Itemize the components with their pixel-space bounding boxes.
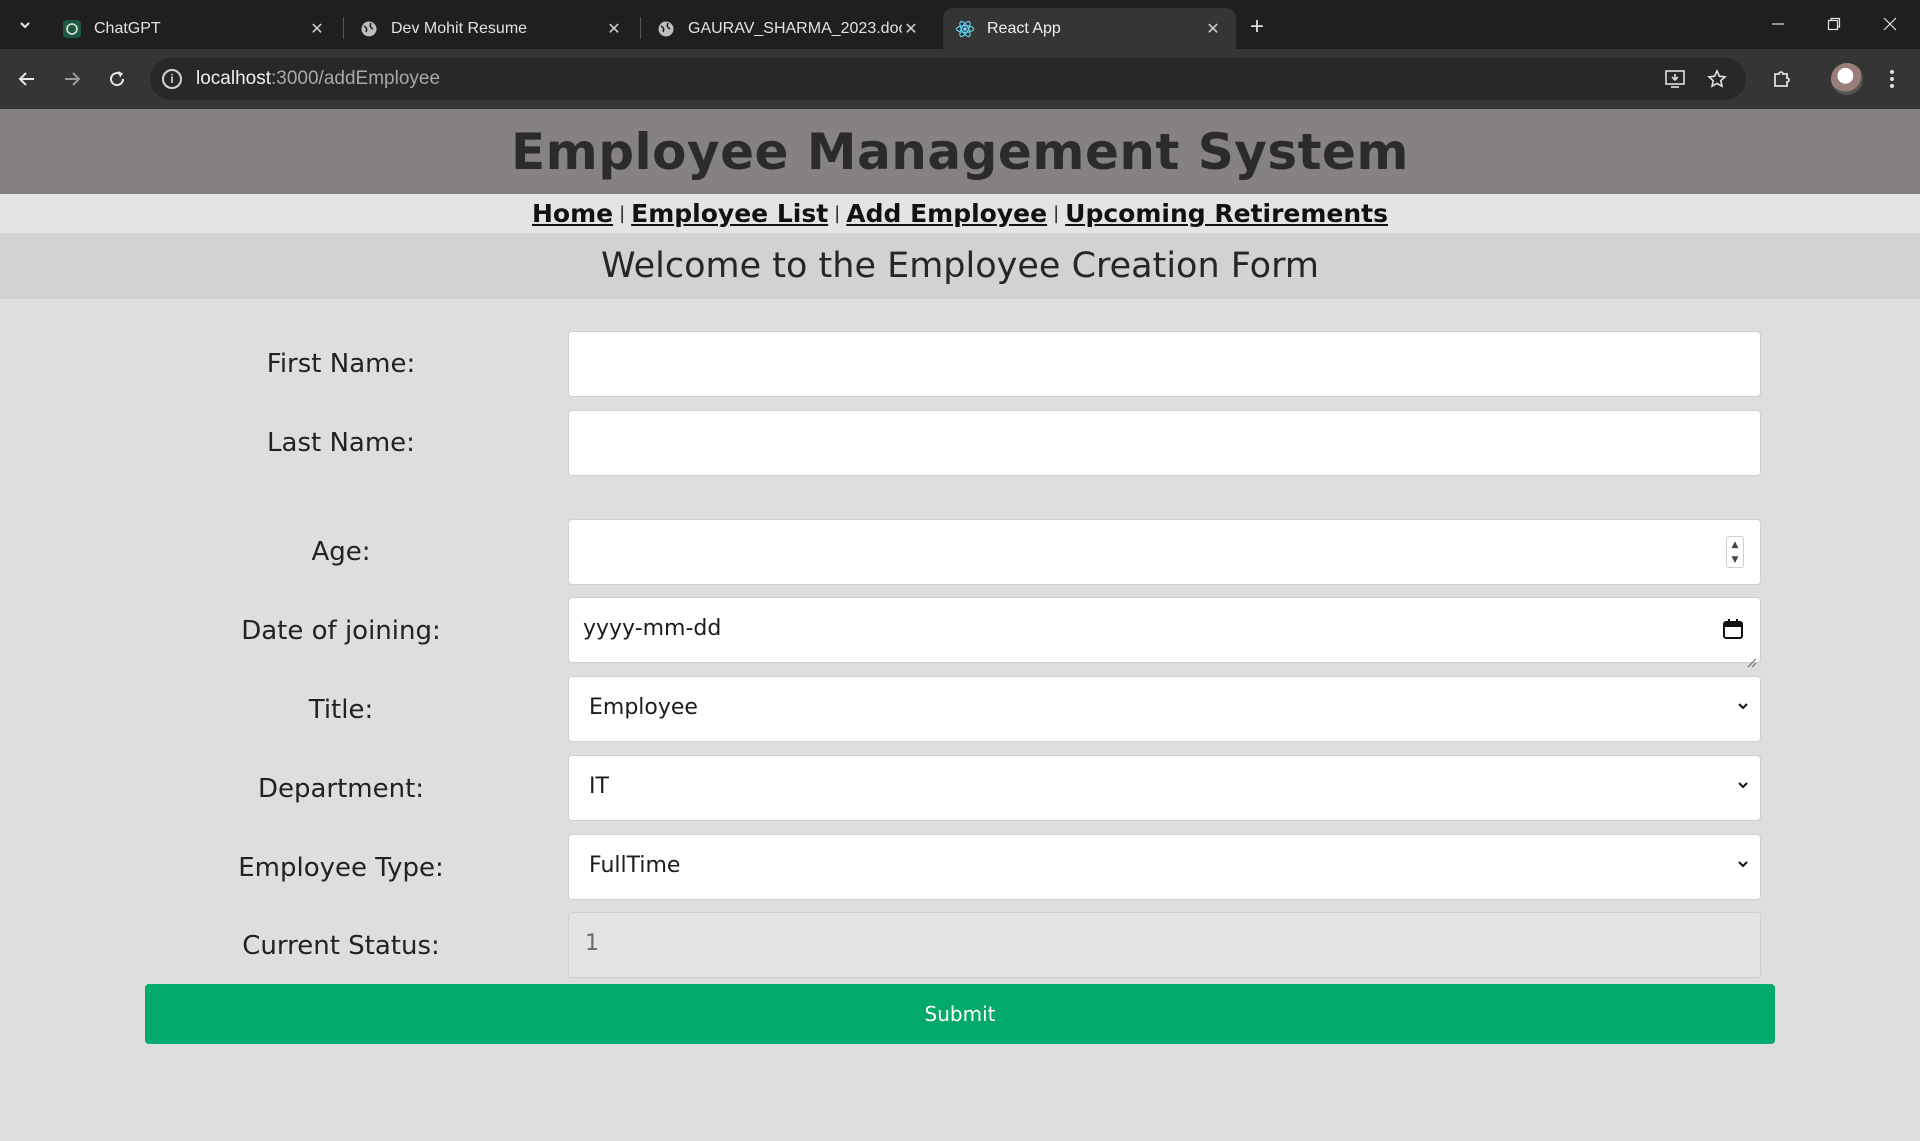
close-tab-icon[interactable]: ✕: [605, 20, 623, 38]
url-text: localhost:3000/addEmployee: [196, 68, 440, 90]
tab-title: GAURAV_SHARMA_2023.docx: [688, 19, 902, 37]
profile-avatar[interactable]: [1831, 63, 1863, 95]
site-info-icon[interactable]: i: [162, 69, 182, 89]
address-bar[interactable]: i localhost:3000/addEmployee: [150, 58, 1746, 100]
employee-type-select[interactable]: FullTime: [568, 834, 1761, 900]
browser-menu-icon[interactable]: [1876, 63, 1908, 95]
number-spinner-icon[interactable]: ▲ ▼: [1726, 536, 1744, 568]
department-selected-value: IT: [589, 774, 609, 799]
reload-icon[interactable]: [101, 63, 133, 95]
tab-separator: [640, 17, 641, 39]
nav-link-employee-list[interactable]: Employee List: [631, 199, 828, 228]
globe-icon: [656, 19, 676, 39]
restore-icon[interactable]: [1806, 8, 1862, 40]
url-host: localhost: [196, 68, 271, 89]
close-tab-icon[interactable]: ✕: [308, 20, 326, 38]
page-content: Employee Management System Home | Employ…: [0, 109, 1920, 1141]
employee-type-label: Employee Type:: [238, 853, 444, 883]
react-icon: [955, 19, 975, 39]
back-arrow-icon[interactable]: [11, 63, 43, 95]
close-window-icon[interactable]: [1862, 8, 1918, 40]
first-name-label: First Name:: [266, 349, 416, 379]
title-label: Title:: [308, 695, 374, 725]
date-of-joining-input[interactable]: yyyy-mm-dd: [568, 597, 1761, 668]
current-status-label: Current Status:: [242, 931, 440, 961]
tab-title: Dev Mohit Resume: [391, 19, 528, 37]
tab-separator: [343, 17, 344, 39]
resize-handle-icon[interactable]: [1747, 649, 1757, 668]
first-name-input[interactable]: [568, 331, 1761, 397]
nav-separator: |: [619, 203, 626, 224]
form-heading: Welcome to the Employee Creation Form: [0, 233, 1920, 299]
url-path: :3000/addEmployee: [271, 68, 441, 89]
nav-separator: |: [1053, 203, 1060, 224]
employee-creation-form: First Name: Last Name: Age: ▲ ▼ Date of j…: [0, 299, 1920, 1141]
submit-button[interactable]: Submit: [145, 984, 1775, 1044]
browser-tab-dev-mohit-resume[interactable]: Dev Mohit Resume ✕: [347, 8, 637, 49]
chevron-down-icon: [1738, 703, 1748, 710]
current-status-value: 1: [585, 931, 599, 956]
nav-link-home[interactable]: Home: [532, 199, 613, 228]
forward-arrow-icon[interactable]: [56, 63, 88, 95]
minimize-icon[interactable]: [1750, 8, 1806, 40]
department-label: Department:: [257, 774, 425, 804]
browser-tab-chatgpt[interactable]: ChatGPT ✕: [50, 8, 340, 49]
title-selected-value: Employee: [589, 695, 698, 720]
browser-tab-bar: ChatGPT ✕ Dev Mohit Resume ✕ GAURAV_SHAR…: [0, 0, 1920, 49]
nav-separator: |: [834, 203, 841, 224]
current-status-input: 1: [568, 912, 1761, 978]
last-name-label: Last Name:: [267, 428, 415, 458]
employee-type-selected-value: FullTime: [589, 853, 681, 878]
close-tab-icon[interactable]: ✕: [902, 20, 920, 38]
browser-tab-react-app[interactable]: React App ✕: [943, 8, 1236, 49]
chevron-down-icon: [1738, 782, 1748, 789]
age-number-input[interactable]: ▲ ▼: [568, 519, 1761, 585]
chatgpt-icon: [62, 19, 82, 39]
app-title: Employee Management System: [510, 122, 1410, 181]
nav-link-upcoming-retirements[interactable]: Upcoming Retirements: [1065, 199, 1388, 228]
calendar-icon[interactable]: [1722, 618, 1744, 640]
browser-toolbar: i localhost:3000/addEmployee: [0, 49, 1920, 109]
bookmark-star-icon[interactable]: [1705, 67, 1729, 91]
tab-search-chevron-icon[interactable]: [12, 12, 38, 38]
install-app-icon[interactable]: [1664, 67, 1688, 91]
title-select[interactable]: Employee: [568, 676, 1761, 742]
extensions-puzzle-icon[interactable]: [1766, 63, 1798, 95]
globe-icon: [359, 19, 379, 39]
new-tab-icon[interactable]: +: [1243, 13, 1271, 41]
chevron-down-icon: [1738, 861, 1748, 868]
app-header: Employee Management System: [0, 109, 1920, 194]
nav-link-add-employee[interactable]: Add Employee: [846, 199, 1047, 228]
tab-title: ChatGPT: [94, 19, 161, 37]
close-tab-icon[interactable]: ✕: [1204, 20, 1222, 38]
age-label: Age:: [311, 537, 371, 567]
date-of-joining-label: Date of joining:: [241, 616, 441, 646]
browser-tab-gaurav-sharma-docx[interactable]: GAURAV_SHARMA_2023.docx ✕: [644, 8, 934, 49]
date-placeholder: yyyy-mm-dd: [583, 616, 722, 641]
last-name-input[interactable]: [568, 410, 1761, 476]
department-select[interactable]: IT: [568, 755, 1761, 821]
tab-title: React App: [987, 19, 1061, 37]
main-nav: Home | Employee List | Add Employee | Up…: [0, 194, 1920, 233]
